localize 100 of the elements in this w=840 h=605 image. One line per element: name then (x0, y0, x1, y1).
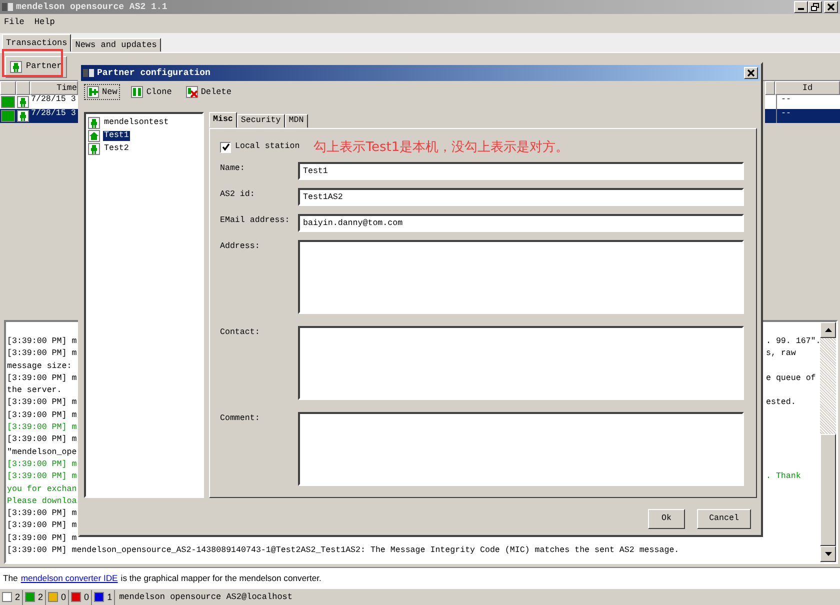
field-label: EMail address: (220, 215, 291, 228)
person-icon (17, 96, 29, 108)
text-area[interactable] (298, 326, 744, 400)
log-line: message size: (7, 362, 72, 373)
text-area[interactable] (298, 240, 744, 314)
log-line: [3:39:00 PM] m (7, 521, 77, 532)
partner-item[interactable]: Test2 (103, 144, 130, 154)
table-row[interactable]: -- (765, 109, 840, 123)
field-label: Name: (220, 163, 246, 176)
table-cell-text: -- (781, 109, 791, 120)
status-count: 2 (15, 592, 20, 602)
info-text: The (3, 572, 18, 584)
log-line: you for exchan (7, 484, 77, 496)
new-button[interactable]: New (84, 84, 120, 100)
column-header[interactable]: Id (775, 81, 840, 95)
log-line: Please downloa (7, 496, 77, 508)
log-line: ested. (766, 398, 797, 410)
log-line: [3:39:00 PM] m (7, 472, 77, 484)
app-icon (83, 68, 94, 78)
status-count: 0 (84, 592, 90, 602)
column-header[interactable]: Time (30, 81, 78, 95)
log-line: [3:39:00 PM] m (7, 337, 77, 348)
checkbox[interactable] (220, 142, 231, 153)
log-line: [3:39:00 PM] mendelson_opensource_AS2-1438089140743-1@Test2AS2_Test1AS2: The Message Integrity Code (MIC) matches the sent AS2 message. (7, 546, 680, 558)
restore-icon (810, 2, 820, 12)
dialog-title: Partner configuration (97, 68, 210, 79)
field-label: Contact: (220, 327, 261, 340)
tab[interactable]: Transactions (2, 34, 72, 52)
log-line: [3:39:00 PM] m (7, 435, 77, 446)
minimize-button[interactable] (794, 1, 808, 13)
minimize-icon (798, 8, 804, 10)
scroll-up-button[interactable] (820, 322, 836, 338)
log-line: s, raw (766, 349, 797, 360)
close-button[interactable] (744, 67, 758, 80)
column-header[interactable] (765, 81, 775, 95)
input-field[interactable]: Test1AS2 (298, 188, 744, 206)
log-line: . Thank (766, 472, 802, 484)
restore-button[interactable] (808, 1, 822, 13)
status-count: 0 (61, 592, 66, 602)
person-icon (10, 60, 22, 72)
up-arrow-icon (824, 328, 832, 332)
person-icon (88, 142, 100, 155)
log-line: the server. (7, 386, 62, 398)
delete-person-icon (186, 86, 198, 98)
field-label: Comment: (220, 413, 261, 426)
checkbox-label: Local station (235, 142, 300, 152)
scroll-down-button[interactable] (820, 546, 836, 562)
window-title: mendelson opensource AS2 1.1 (16, 2, 168, 12)
table-cell-text: 7/28/15 3 (31, 109, 76, 120)
partner-item[interactable]: Test1 (103, 130, 130, 141)
person-icon (88, 116, 100, 129)
table-cell-text: -- (781, 95, 791, 106)
log-line: "mendelson_ope (7, 448, 77, 459)
log-line: [3:39:00 PM] m (7, 423, 77, 434)
menu-item[interactable]: File (4, 17, 24, 28)
log-line: [3:39:00 PM] m (7, 534, 77, 545)
status-count: 2 (38, 592, 44, 602)
text-area[interactable] (298, 412, 744, 486)
input-field[interactable]: Test1 (298, 162, 744, 180)
log-line: [3:39:00 PM] m (7, 374, 77, 385)
person-icon (17, 110, 29, 122)
tab[interactable]: MDN (284, 114, 308, 128)
house-icon (88, 130, 100, 142)
menu-item[interactable]: Help (34, 17, 55, 28)
field-label: Address: (220, 241, 261, 254)
log-line: [3:39:00 PM] m (7, 509, 77, 520)
delete-button[interactable]: Delete (182, 84, 234, 100)
input-field[interactable]: baiyin.danny@tom.com (298, 214, 744, 232)
table-row[interactable]: 7/28/15 3 (0, 95, 78, 109)
table-cell-text: 7/28/15 3 (31, 95, 76, 106)
column-header[interactable] (16, 81, 30, 95)
table-row[interactable]: 7/28/15 3 (0, 109, 78, 123)
column-header[interactable] (0, 81, 16, 95)
tab[interactable]: Security (236, 114, 285, 128)
partner-item[interactable]: mendelsontest (103, 118, 170, 128)
close-icon (746, 68, 756, 78)
table-row[interactable]: -- (765, 95, 840, 109)
log-line: [3:39:00 PM] m (7, 398, 77, 410)
add-person-icon (87, 86, 99, 98)
tab[interactable]: News and updates (71, 38, 161, 52)
scroll-thumb[interactable] (820, 434, 836, 546)
status-count: 1 (107, 592, 112, 602)
down-arrow-icon (824, 552, 832, 556)
log-line: e queue of (766, 374, 817, 385)
close-icon (826, 2, 836, 12)
info-text: is the graphical mapper for the mendelson converter. (120, 572, 322, 584)
converter-link[interactable]: mendelson converter IDE (20, 572, 118, 584)
log-line: . 99. 167". (766, 337, 818, 348)
ok-button[interactable]: Ok (648, 508, 685, 529)
tab[interactable]: Misc (209, 112, 237, 128)
check-icon (222, 143, 230, 152)
cancel-button[interactable]: Cancel (697, 508, 751, 529)
log-line: [3:39:00 PM] m (7, 349, 77, 360)
log-line: [3:39:00 PM] m (7, 410, 77, 422)
clone-button[interactable]: Clone (128, 84, 175, 100)
status-text: mendelson opensource AS2@localhost (118, 592, 293, 602)
app-icon (2, 2, 13, 12)
field-label: AS2 id: (220, 189, 256, 202)
close-button[interactable] (824, 1, 838, 13)
log-line: [3:39:00 PM] m (7, 460, 77, 471)
